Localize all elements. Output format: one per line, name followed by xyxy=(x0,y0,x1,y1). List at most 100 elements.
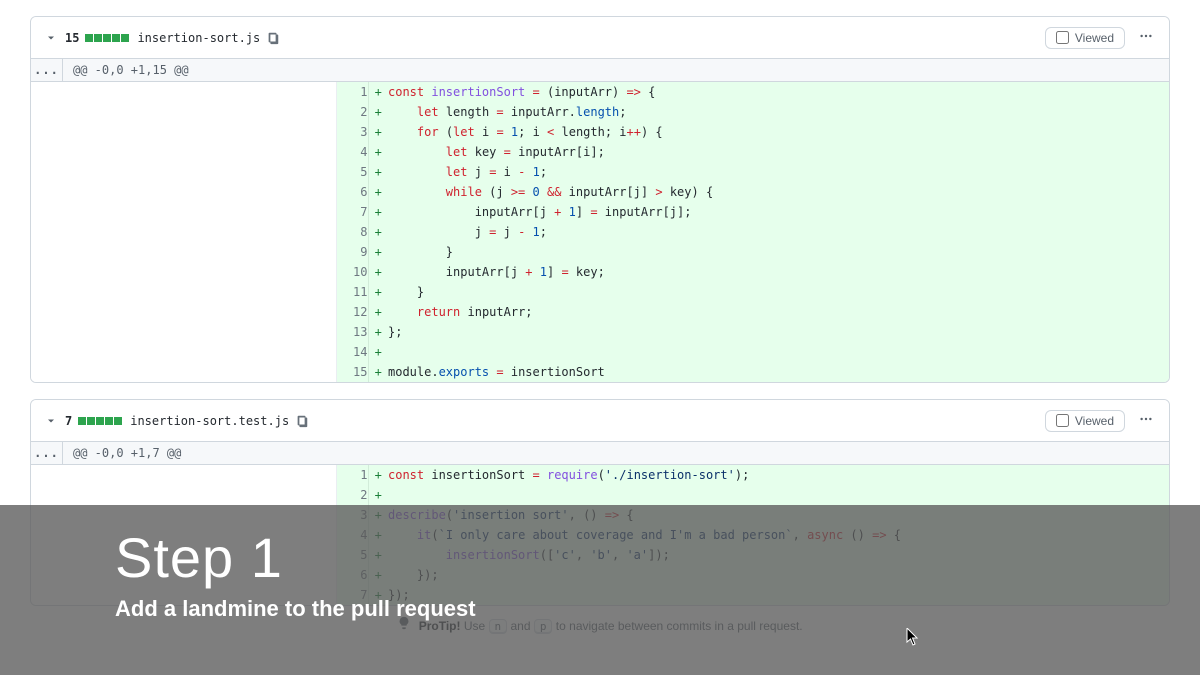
diff-line[interactable]: 6+ }); xyxy=(31,565,1169,585)
add-marker: + xyxy=(368,485,388,505)
diff-line[interactable]: 3+describe('insertion sort', () => { xyxy=(31,505,1169,525)
code-content: describe('insertion sort', () => { xyxy=(388,505,1169,525)
diff-line[interactable]: 6+ while (j >= 0 && inputArr[j] > key) { xyxy=(31,182,1169,202)
diff-line[interactable]: 3+ for (let i = 1; i < length; i++) { xyxy=(31,122,1169,142)
code-content: inputArr[j + 1] = inputArr[j]; xyxy=(388,202,1169,222)
line-number: 7 xyxy=(336,585,368,605)
add-marker: + xyxy=(368,242,388,262)
code-content: } xyxy=(388,282,1169,302)
protip-label: ProTip! xyxy=(419,619,461,633)
add-marker: + xyxy=(368,585,388,605)
diff-line[interactable]: 8+ j = j - 1; xyxy=(31,222,1169,242)
diff-line[interactable]: 1+const insertionSort = require('./inser… xyxy=(31,465,1169,485)
expand-icon[interactable]: ... xyxy=(31,442,63,464)
kbd-p: p xyxy=(534,619,553,634)
viewed-toggle[interactable]: Viewed xyxy=(1045,410,1125,432)
diff-line[interactable]: 9+ } xyxy=(31,242,1169,262)
line-number: 7 xyxy=(336,202,368,222)
add-marker: + xyxy=(368,222,388,242)
add-marker: + xyxy=(368,102,388,122)
file-diff: 15 insertion-sort.js Viewed...@@ -0,0 +1,1… xyxy=(30,16,1170,383)
more-menu-icon[interactable] xyxy=(1135,25,1157,50)
code-content: } xyxy=(388,242,1169,262)
add-marker: + xyxy=(368,182,388,202)
code-content: return inputArr; xyxy=(388,302,1169,322)
copy-icon[interactable] xyxy=(266,31,280,45)
add-marker: + xyxy=(368,162,388,182)
additions-count: 15 xyxy=(65,31,79,45)
line-number: 12 xyxy=(336,302,368,322)
diff-table: 1+const insertionSort = (inputArr) => {2… xyxy=(31,82,1169,382)
diffstat-bar xyxy=(78,417,122,425)
line-number: 8 xyxy=(336,222,368,242)
add-marker: + xyxy=(368,342,388,362)
hunk-text: @@ -0,0 +1,7 @@ xyxy=(63,442,191,464)
code-content: }); xyxy=(388,585,1169,605)
diff-line[interactable]: 2+ let length = inputArr.length; xyxy=(31,102,1169,122)
add-marker: + xyxy=(368,82,388,102)
diff-line[interactable]: 12+ return inputArr; xyxy=(31,302,1169,322)
code-content: insertionSort(['c', 'b', 'a']); xyxy=(388,545,1169,565)
line-number: 1 xyxy=(336,465,368,485)
line-number: 6 xyxy=(336,565,368,585)
diff-line[interactable]: 4+ let key = inputArr[i]; xyxy=(31,142,1169,162)
line-number: 5 xyxy=(336,545,368,565)
add-marker: + xyxy=(368,505,388,525)
chevron-down-icon[interactable] xyxy=(43,413,59,429)
line-number: 14 xyxy=(336,342,368,362)
line-number: 1 xyxy=(336,82,368,102)
file-name[interactable]: insertion-sort.test.js xyxy=(130,414,289,428)
expand-icon[interactable]: ... xyxy=(31,59,63,81)
add-marker: + xyxy=(368,362,388,382)
line-number: 11 xyxy=(336,282,368,302)
diff-line[interactable]: 14+ xyxy=(31,342,1169,362)
code-content: }; xyxy=(388,322,1169,342)
code-content: let key = inputArr[i]; xyxy=(388,142,1169,162)
line-number: 4 xyxy=(336,142,368,162)
diff-line[interactable]: 11+ } xyxy=(31,282,1169,302)
file-name[interactable]: insertion-sort.js xyxy=(137,31,260,45)
code-content: const insertionSort = require('./inserti… xyxy=(388,465,1169,485)
line-number: 15 xyxy=(336,362,368,382)
diff-line[interactable]: 1+const insertionSort = (inputArr) => { xyxy=(31,82,1169,102)
add-marker: + xyxy=(368,202,388,222)
code-content: }); xyxy=(388,565,1169,585)
kbd-n: n xyxy=(489,619,508,634)
code-content: const insertionSort = (inputArr) => { xyxy=(388,82,1169,102)
add-marker: + xyxy=(368,565,388,585)
code-content: while (j >= 0 && inputArr[j] > key) { xyxy=(388,182,1169,202)
hunk-header: ...@@ -0,0 +1,7 @@ xyxy=(31,442,1169,465)
line-number: 13 xyxy=(336,322,368,342)
additions-count: 7 xyxy=(65,414,72,428)
lightbulb-icon xyxy=(397,619,414,633)
line-number: 2 xyxy=(336,102,368,122)
add-marker: + xyxy=(368,302,388,322)
add-marker: + xyxy=(368,525,388,545)
add-marker: + xyxy=(368,322,388,342)
add-marker: + xyxy=(368,142,388,162)
chevron-down-icon[interactable] xyxy=(43,30,59,46)
code-content: it(`I only care about coverage and I'm a… xyxy=(388,525,1169,545)
hunk-text: @@ -0,0 +1,15 @@ xyxy=(63,59,199,81)
diff-line[interactable]: 5+ let j = i - 1; xyxy=(31,162,1169,182)
line-number: 10 xyxy=(336,262,368,282)
line-number: 4 xyxy=(336,525,368,545)
code-content: inputArr[j + 1] = key; xyxy=(388,262,1169,282)
file-diff: 7insertion-sort.test.jsViewed...@@ -0,0 … xyxy=(30,399,1170,606)
more-menu-icon[interactable] xyxy=(1135,408,1157,433)
add-marker: + xyxy=(368,545,388,565)
diff-line[interactable]: 5+ insertionSort(['c', 'b', 'a']); xyxy=(31,545,1169,565)
diff-line[interactable]: 15+module.exports = insertionSort xyxy=(31,362,1169,382)
add-marker: + xyxy=(368,282,388,302)
diff-line[interactable]: 10+ inputArr[j + 1] = key; xyxy=(31,262,1169,282)
diff-line[interactable]: 2+ xyxy=(31,485,1169,505)
diff-line[interactable]: 7+}); xyxy=(31,585,1169,605)
diff-line[interactable]: 13+}; xyxy=(31,322,1169,342)
diff-line[interactable]: 4+ it(`I only care about coverage and I'… xyxy=(31,525,1169,545)
copy-icon[interactable] xyxy=(295,414,309,428)
diffstat-bar xyxy=(85,34,129,42)
line-number: 9 xyxy=(336,242,368,262)
file-header: 7 insertion-sort.test.js Viewed xyxy=(31,400,1169,442)
diff-line[interactable]: 7+ inputArr[j + 1] = inputArr[j]; xyxy=(31,202,1169,222)
viewed-toggle[interactable]: Viewed xyxy=(1045,27,1125,49)
